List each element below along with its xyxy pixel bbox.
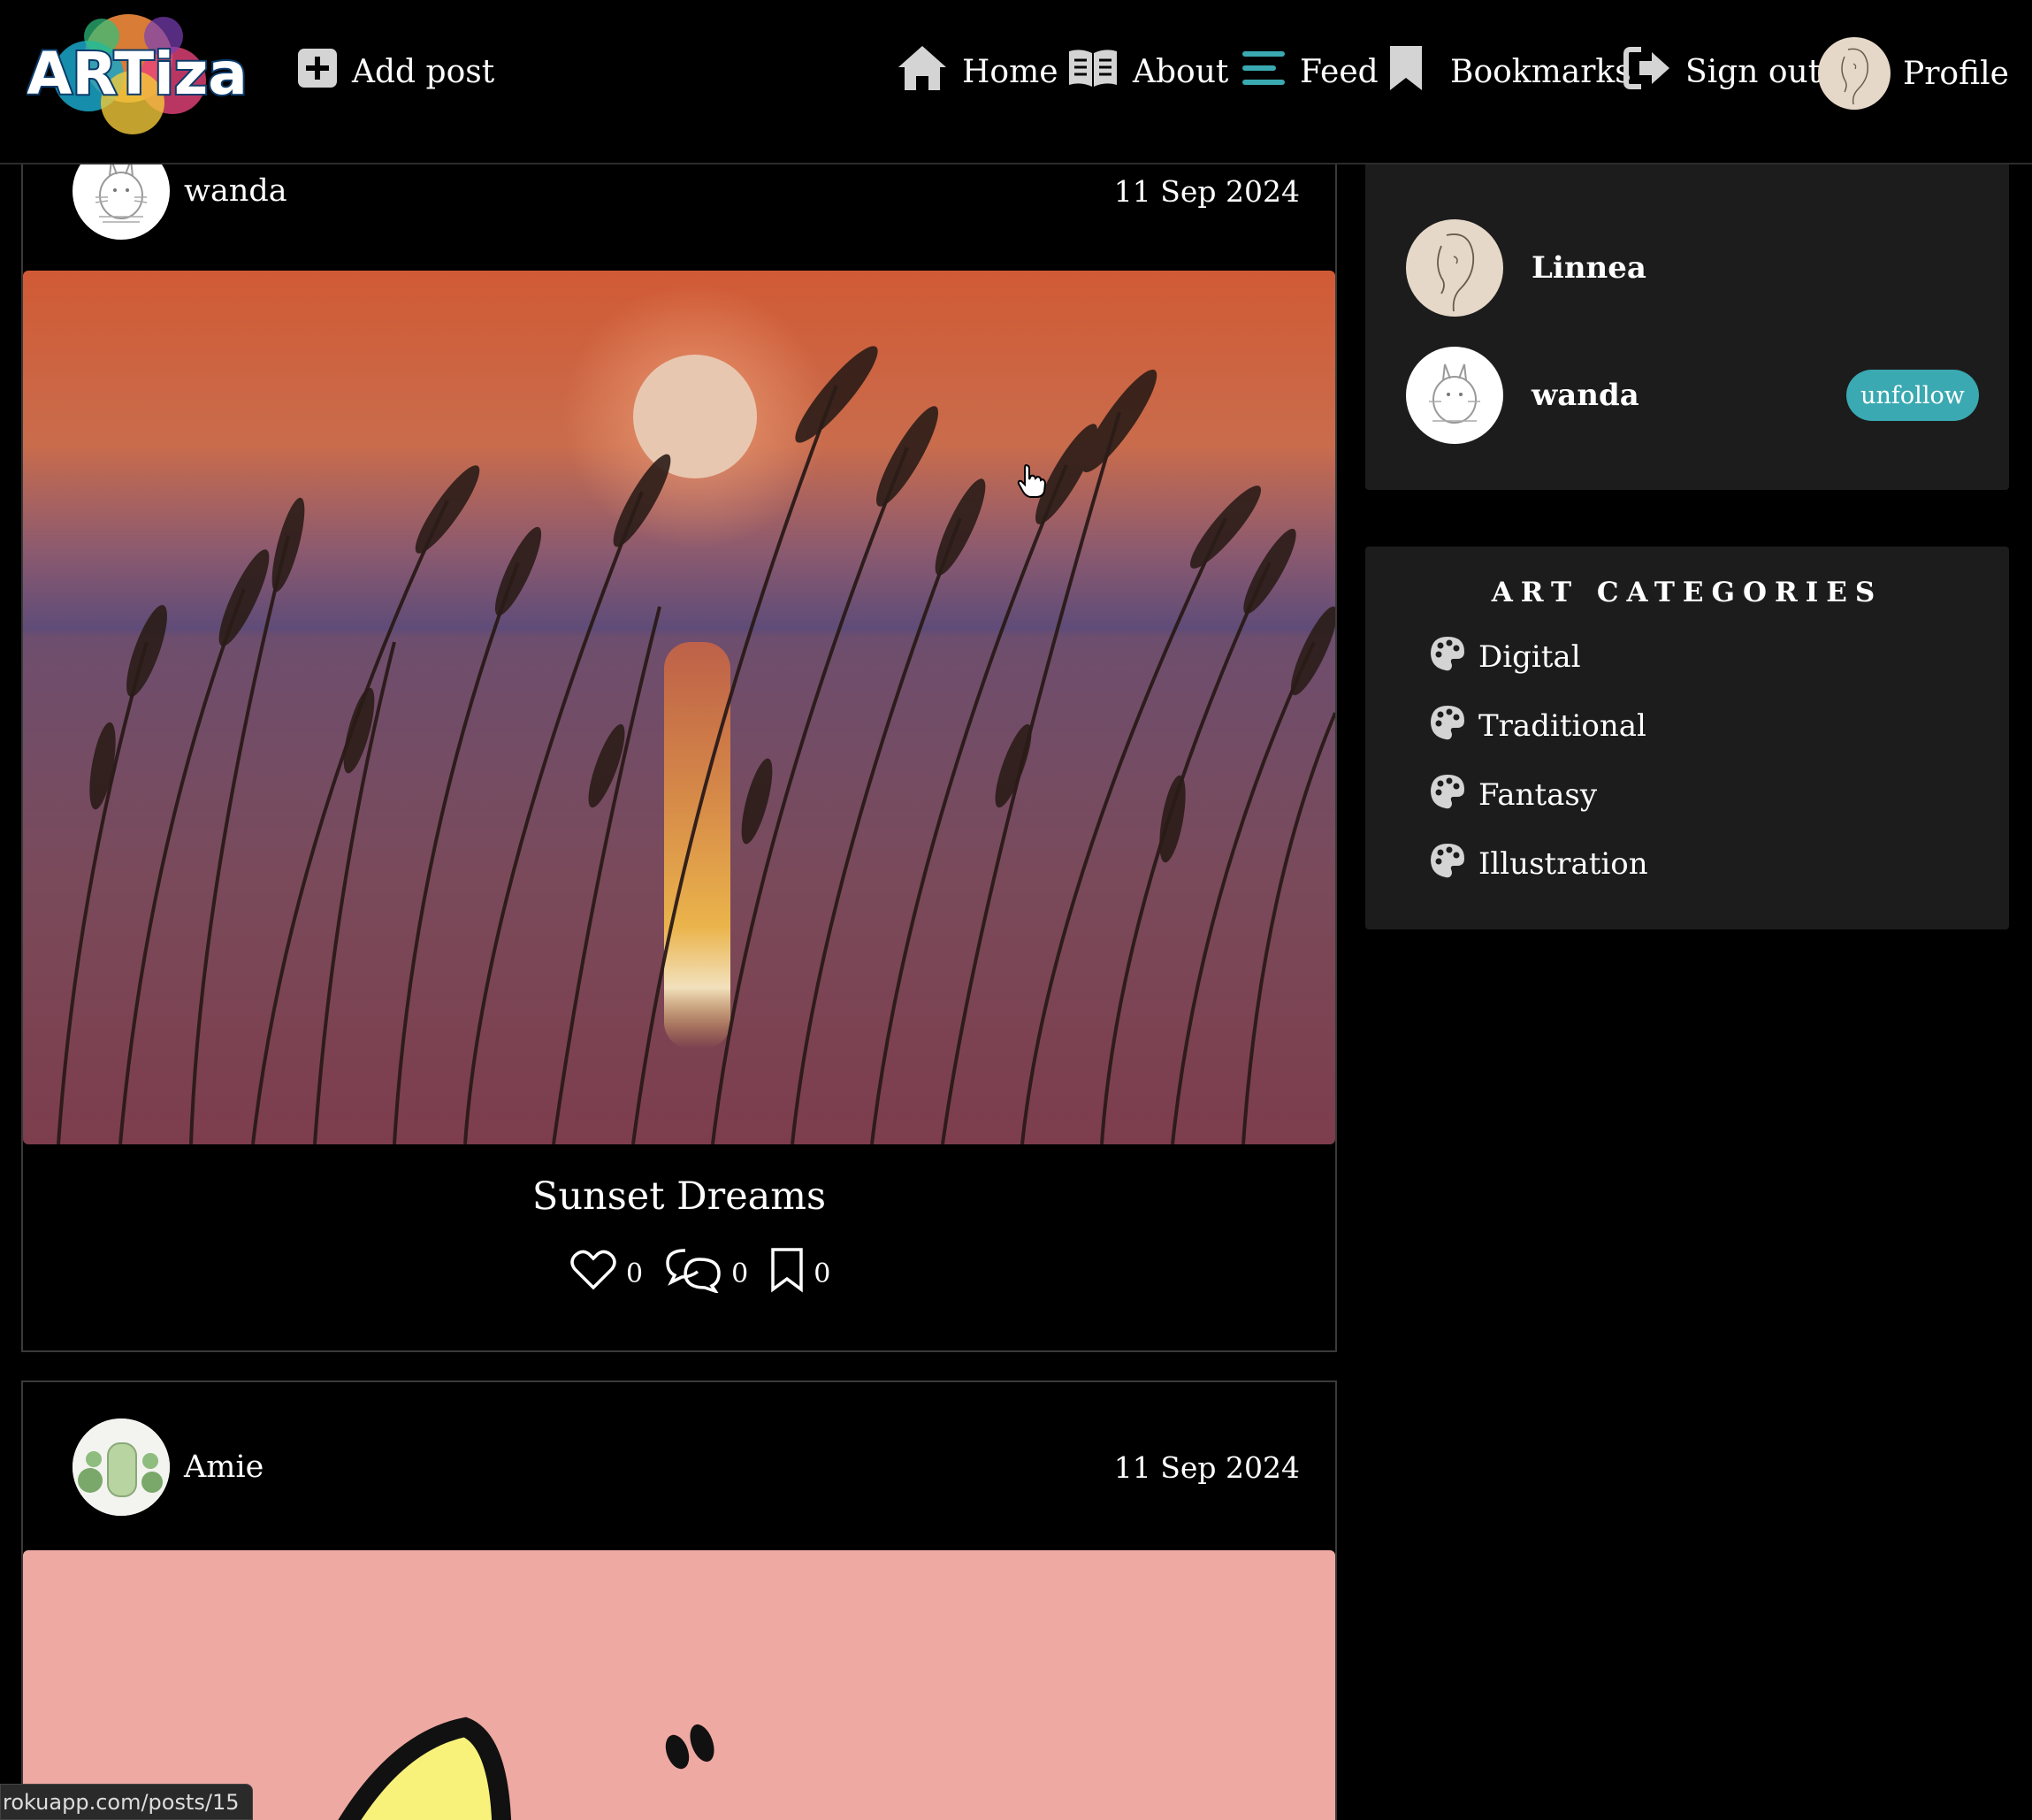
bookmark-outline-icon [769, 1247, 805, 1300]
add-post-label: Add post [352, 53, 495, 90]
nav-bookmarks-label: Bookmarks [1450, 53, 1631, 90]
like-count: 0 [626, 1258, 644, 1289]
feed-lines-icon [1241, 49, 1286, 96]
category-label: Illustration [1478, 846, 1648, 882]
nav-feed-label: Feed [1300, 53, 1379, 90]
category-traditional[interactable]: Traditional [1429, 704, 1646, 748]
bookmark-count: 0 [814, 1258, 831, 1289]
categories-heading: ART CATEGORIES [1491, 577, 1883, 608]
post-image[interactable] [23, 1550, 1335, 1820]
category-label: Digital [1478, 639, 1581, 675]
artiza-logo[interactable]: ARTiza [25, 5, 249, 138]
add-post-link[interactable]: Add post [297, 44, 494, 99]
post-date: 11 Sep 2024 [1113, 173, 1300, 209]
post-date: 11 Sep 2024 [1113, 1449, 1300, 1485]
heart-icon [569, 1249, 617, 1298]
nav-home-link[interactable]: Home [897, 44, 1058, 99]
category-fantasy[interactable]: Fantasy [1429, 773, 1597, 817]
post-author[interactable]: Amie [184, 1449, 264, 1485]
following-row: wanda unfollow [1406, 347, 1979, 444]
category-label: Fantasy [1478, 777, 1598, 813]
post-card: Amie 11 Sep 2024 [21, 1380, 1337, 1820]
post-header: Amie 11 Sep 2024 [73, 1418, 1300, 1517]
sign-out-icon [1623, 46, 1671, 98]
category-label: Traditional [1478, 708, 1646, 744]
palette-icon [1429, 842, 1466, 887]
palette-icon [1429, 773, 1466, 818]
comment-count: 0 [731, 1258, 749, 1289]
palette-icon [1429, 635, 1466, 680]
nav-profile-link[interactable]: Profile [1818, 37, 2009, 110]
book-open-icon [1067, 48, 1119, 96]
follower-avatar[interactable] [1406, 219, 1503, 317]
nav-about-link[interactable]: About [1067, 44, 1228, 99]
post-card: wanda 11 Sep 2024 Sunset Dreams 0 0 0 [21, 106, 1337, 1352]
category-digital[interactable]: Digital [1429, 635, 1581, 679]
nav-bookmarks-link[interactable]: Bookmarks [1388, 44, 1631, 99]
top-navbar: ARTiza Add post Home About Feed Bookmark… [0, 0, 2032, 164]
svg-text:ARTiza: ARTiza [27, 40, 248, 108]
author-avatar[interactable] [73, 1419, 170, 1516]
hand-cursor-icon [1017, 463, 1047, 502]
nav-profile-label: Profile [1903, 55, 2009, 92]
post-actions: 0 0 0 [561, 1247, 843, 1300]
bookmark-button[interactable]: 0 [760, 1247, 830, 1300]
palette-icon [1429, 704, 1466, 749]
status-bar-url: rokuapp.com/posts/15 [0, 1784, 253, 1820]
following-row: Linnea [1406, 219, 1979, 317]
home-icon [897, 44, 948, 100]
follower-name[interactable]: wanda [1532, 378, 1639, 413]
follower-avatar[interactable] [1406, 347, 1503, 444]
nav-signout-label: Sign out [1685, 53, 1822, 90]
unfollow-button[interactable]: unfollow [1846, 370, 1979, 421]
plus-square-icon [297, 48, 338, 96]
bookmark-icon [1388, 44, 1424, 100]
art-categories-panel: ART CATEGORIES Digital Traditional Fanta… [1365, 547, 2009, 929]
follower-name[interactable]: Linnea [1532, 250, 1646, 286]
nav-about-label: About [1133, 53, 1229, 90]
category-illustration[interactable]: Illustration [1429, 842, 1648, 886]
nav-feed-link[interactable]: Feed [1241, 44, 1379, 99]
like-button[interactable]: 0 [561, 1249, 643, 1298]
post-image[interactable] [23, 271, 1335, 1144]
nav-signout-link[interactable]: Sign out [1623, 44, 1821, 99]
post-title[interactable]: Sunset Dreams [23, 1174, 1335, 1219]
profile-avatar [1818, 37, 1891, 110]
comments-icon [664, 1247, 722, 1300]
comment-button[interactable]: 0 [655, 1247, 748, 1300]
post-author[interactable]: wanda [184, 173, 287, 209]
nav-home-label: Home [962, 53, 1058, 90]
